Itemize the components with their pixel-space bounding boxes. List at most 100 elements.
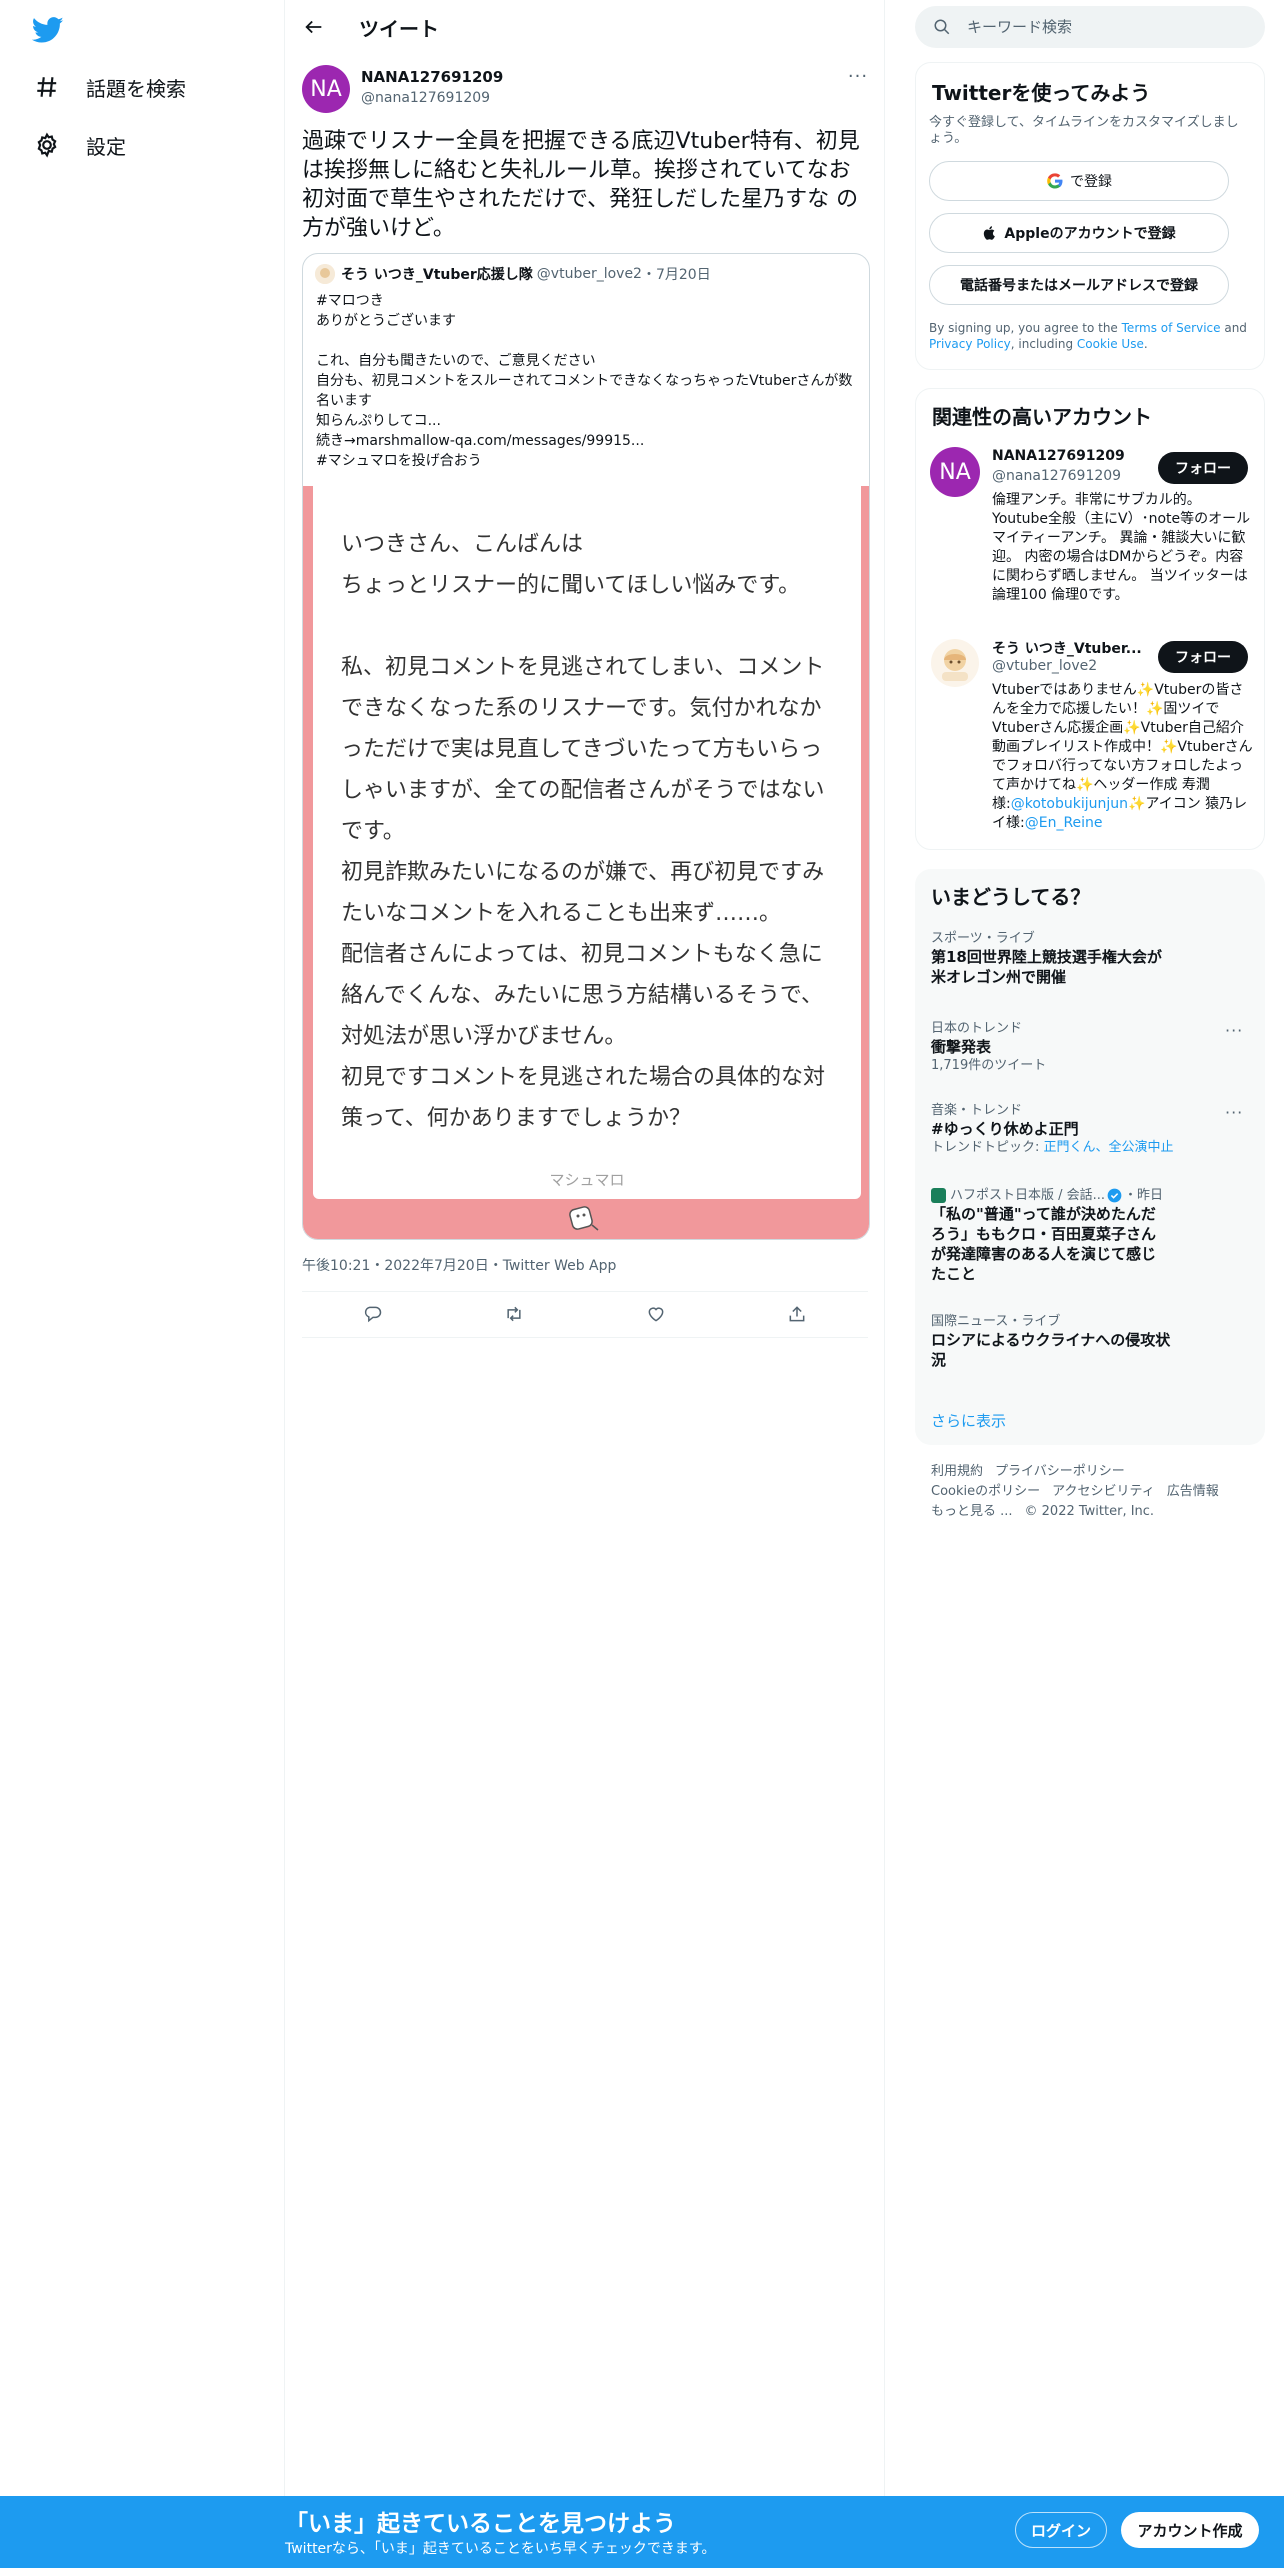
signup-panel: Twitterを使ってみよう 今すぐ登録して、タイムラインをカスタマイズしましょ… <box>915 62 1265 370</box>
trend-title: #ゆっくり休めよ正門 <box>931 1120 1079 1138</box>
phone-email-signup-button[interactable]: 電話番号またはメールアドレスで登録 <box>929 265 1229 305</box>
reply-button[interactable] <box>356 1297 390 1331</box>
footer-link[interactable]: Cookieのポリシー <box>931 1484 1040 1499</box>
nav-explore-label: 話題を検索 <box>86 76 186 101</box>
related-account-handle[interactable]: @nana127691209 <box>992 468 1121 484</box>
trend-count: 1,719件のツイート <box>931 1058 1047 1073</box>
more-options-icon[interactable]: ··· <box>1225 1103 1243 1122</box>
avatar[interactable] <box>930 638 980 688</box>
trend-item[interactable]: 日本のトレンド 衝撃発表 1,719件のツイート <box>931 1020 1231 1074</box>
main-column: ツイート NA NANA127691209 @nana127691209 ···… <box>285 0 885 2500</box>
trend-title: 衝撃発表 <box>931 1038 992 1056</box>
marshmallow-brand: マシュマロ <box>549 1171 625 1189</box>
apple-signup-button[interactable]: Appleのアカウントで登録 <box>929 213 1229 253</box>
related-account-handle[interactable]: @vtuber_love2 <box>992 658 1097 674</box>
reply-icon <box>364 1306 381 1323</box>
marshmallow-image[interactable]: いつきさん、こんばんは ちょっとリスナー的に聞いてほしい悩みです。 私、初見コメ… <box>303 486 869 1239</box>
search-input[interactable] <box>967 18 1227 36</box>
terms-text: . <box>1143 337 1148 351</box>
bottom-bar-title: 「いま」起きていることを見つけよう <box>285 2511 676 2537</box>
google-signup-label: で登録 <box>1070 174 1112 190</box>
related-account-bio: Vtuberではありません✨Vtuberの皆さんを全力で応援したい！✨固ツイでV… <box>992 681 1254 833</box>
more-options-icon[interactable]: ··· <box>845 66 871 88</box>
search-icon <box>934 19 950 35</box>
trend-meta: 日本のトレンド <box>931 1021 1023 1036</box>
bio-mention-link[interactable]: @kotobukijunjun <box>1011 796 1128 812</box>
show-more-link[interactable]: さらに表示 <box>931 1410 1006 1431</box>
apple-signup-label: Appleのアカウントで登録 <box>1004 226 1176 242</box>
hashtag-icon <box>30 70 64 104</box>
page-title: ツイート <box>359 17 439 41</box>
trend-item[interactable]: 国際ニュース・ライブ ロシアによるウクライナへの侵攻状況 <box>931 1313 1231 1370</box>
like-icon <box>648 1307 664 1322</box>
share-button[interactable] <box>780 1297 814 1331</box>
quoted-tweet[interactable]: そう いつき_Vtuber応援し隊 @vtuber_love2 ・7月20日 #… <box>302 253 870 1240</box>
trend-item[interactable]: ハフポスト日本版 / 会話... ・昨日 「私の"普通"って誰が決めたんだろう」… <box>931 1187 1231 1284</box>
terms-of-service-link[interactable]: Terms of Service <box>1122 321 1221 335</box>
signup-terms: By signing up, you agree to the Terms of… <box>929 320 1253 352</box>
author-handle[interactable]: @nana127691209 <box>361 90 490 106</box>
trend-meta: 音楽・トレンド <box>931 1103 1023 1118</box>
google-signup-button[interactable]: で登録 <box>929 161 1229 201</box>
tweet-timestamp[interactable]: 午後10:21・2022年7月20日・Twitter Web App <box>302 1255 616 1275</box>
terms-text: and <box>1220 321 1247 335</box>
gear-icon <box>30 128 64 162</box>
more-options-icon[interactable]: ··· <box>1225 1021 1243 1040</box>
follow-button[interactable]: フォロー <box>1158 641 1248 673</box>
divider <box>302 1337 868 1338</box>
quote-date: ・7月20日 <box>641 267 711 283</box>
trend-item[interactable]: 音楽・トレンド #ゆっくり休めよ正門 トレンドトピック: 正門くん、全公演中止 <box>931 1102 1231 1156</box>
verified-badge-icon <box>1107 1188 1122 1203</box>
footer-link[interactable]: プライバシーポリシー <box>995 1464 1125 1479</box>
twitter-bird-icon[interactable] <box>31 14 64 46</box>
privacy-policy-link[interactable]: Privacy Policy <box>929 337 1011 351</box>
author-name[interactable]: NANA127691209 <box>361 68 503 86</box>
arrow-left-icon <box>305 20 322 34</box>
follow-button[interactable]: フォロー <box>1158 452 1248 484</box>
footer-link[interactable]: 広告情報 <box>1167 1484 1219 1499</box>
nav-explore[interactable]: 話題を検索 <box>30 62 186 112</box>
trends-title: いまどうしてる？ <box>931 885 1091 909</box>
bottom-bar-subtitle: Twitterなら、「いま」起きていることをいち早くチェックできます。 <box>285 2541 716 2557</box>
footer-link[interactable]: アクセシビリティ <box>1052 1484 1155 1499</box>
signup-subtitle: 今すぐ登録して、タイムラインをカスタマイズしましょう。 <box>929 115 1239 146</box>
source-logo-icon <box>931 1188 946 1203</box>
search-box[interactable] <box>915 6 1265 48</box>
footer-link[interactable]: 利用規約 <box>931 1464 983 1479</box>
related-account-name[interactable]: NANA127691209 <box>992 448 1144 464</box>
copyright: © 2022 Twitter, Inc. <box>1024 1504 1155 1519</box>
related-accounts-panel: 関連性の高いアカウント NA NANA127691209 @nana127691… <box>915 388 1265 850</box>
signup-title: Twitterを使ってみよう <box>932 81 1151 105</box>
quote-header: そう いつき_Vtuber応援し隊 @vtuber_love2 ・7月20日 <box>315 264 711 284</box>
cookie-use-link[interactable]: Cookie Use <box>1077 337 1144 351</box>
apple-icon <box>984 226 996 240</box>
trend-topic: トレンドトピック: 正門くん、全公演中止 <box>931 1139 1231 1156</box>
nav-settings-label: 設定 <box>86 134 126 159</box>
terms-text: , including <box>1010 337 1077 351</box>
trend-item[interactable]: スポーツ・ライブ 第18回世界陸上競技選手権大会が米オレゴン州で開催 <box>931 930 1231 987</box>
like-button[interactable] <box>639 1297 673 1331</box>
retweet-icon <box>507 1306 521 1322</box>
signup-button[interactable]: アカウント作成 <box>1121 2512 1259 2548</box>
trend-title: ロシアによるウクライナへの侵攻状況 <box>931 1331 1171 1369</box>
nav-settings[interactable]: 設定 <box>30 120 126 170</box>
related-account-name[interactable]: そう いつき_Vtuber... <box>992 638 1144 658</box>
avatar[interactable]: NA <box>302 65 350 113</box>
bio-mention-link[interactable]: @En_Reine <box>1025 815 1103 831</box>
google-icon <box>1047 173 1063 189</box>
tweet-text: 過疎でリスナー全員を把握できる底辺Vtuber特有、初見は挨拶無しに絡むと失礼ル… <box>302 129 860 241</box>
trend-meta: ハフポスト日本版 / 会話... ・昨日 <box>931 1187 1231 1204</box>
avatar[interactable]: NA <box>930 447 980 497</box>
back-button[interactable] <box>297 10 331 44</box>
footer-link[interactable]: もっと見る ... <box>931 1504 1013 1519</box>
marshmallow-card: いつきさん、こんばんは ちょっとリスナー的に聞いてほしい悩みです。 私、初見コメ… <box>313 486 861 1199</box>
trend-topic-link[interactable]: 正門くん、全公演中止 <box>1044 1140 1174 1155</box>
trend-time: ・昨日 <box>1124 1188 1164 1203</box>
phone-email-signup-label: 電話番号またはメールアドレスで登録 <box>960 278 1198 294</box>
trend-title: 「私の"普通"って誰が決めたんだろう」ももクロ・百田夏菜子さんが発達障害のある人… <box>931 1205 1157 1283</box>
related-title: 関連性の高いアカウント <box>932 405 1152 429</box>
login-button[interactable]: ログイン <box>1015 2512 1107 2548</box>
retweet-button[interactable] <box>497 1297 531 1331</box>
divider <box>302 1291 868 1292</box>
bottom-signup-bar: 「いま」起きていることを見つけよう Twitterなら、「いま」起きていることを… <box>0 2496 1284 2568</box>
